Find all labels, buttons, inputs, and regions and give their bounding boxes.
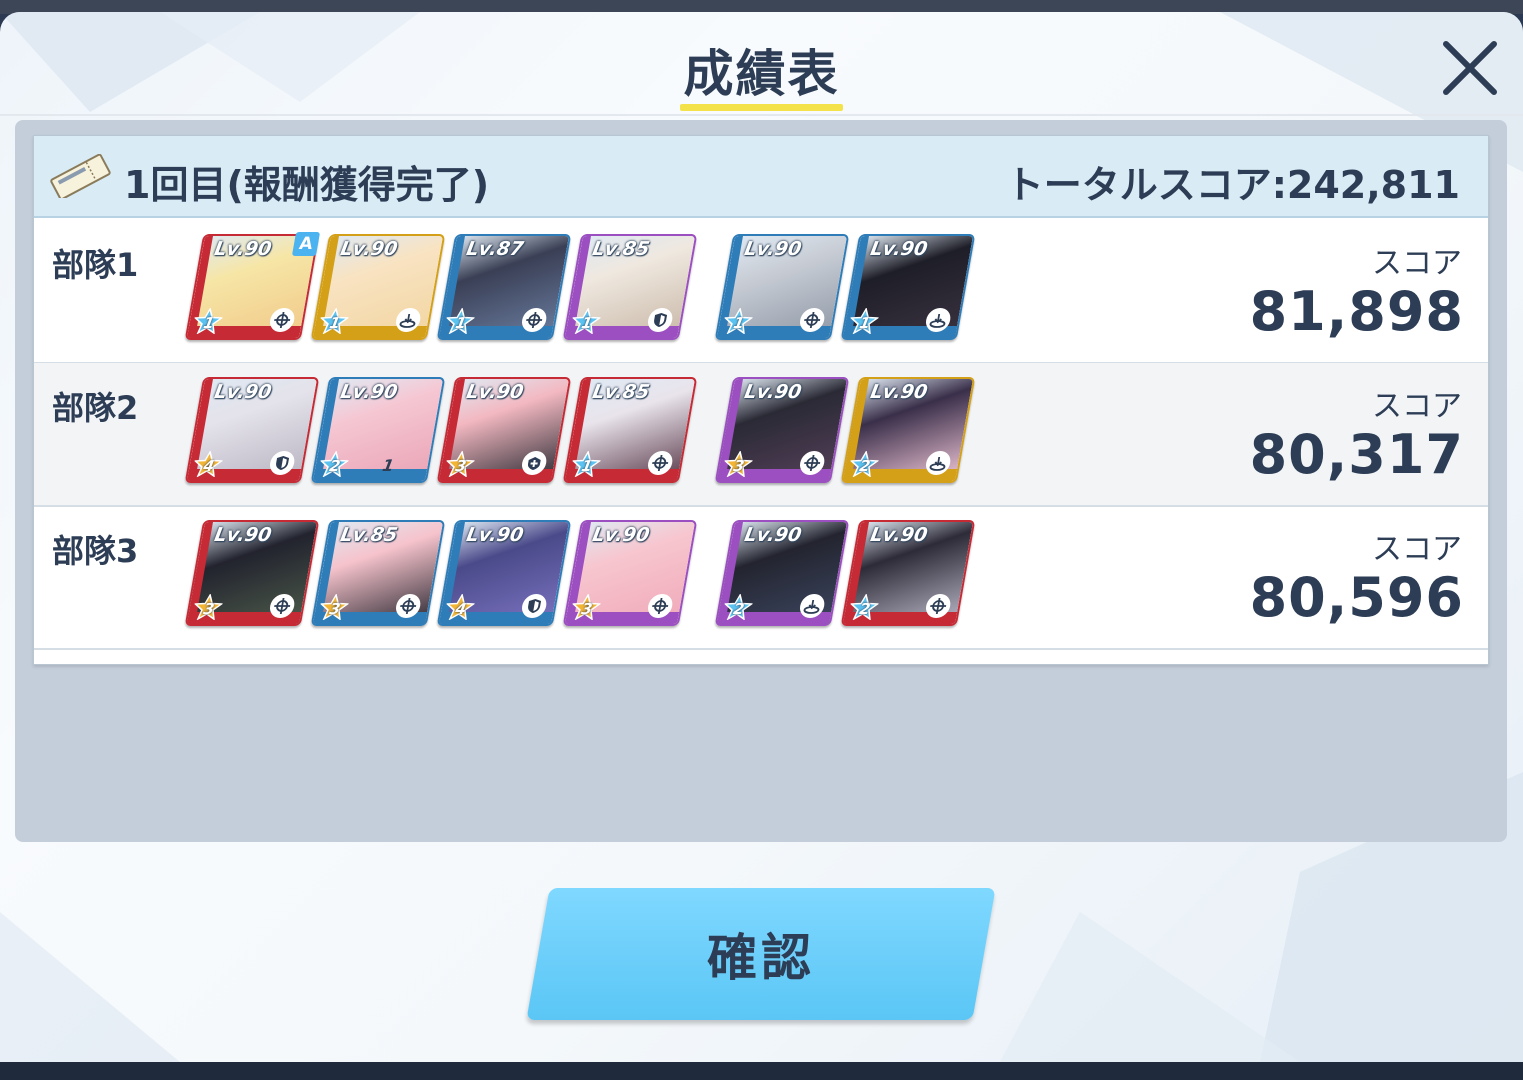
unit-card[interactable]: Lv.90 1	[840, 234, 976, 340]
unit-card[interactable]: Lv.90 2	[840, 377, 976, 483]
unit-level: Lv.85	[590, 238, 652, 260]
unit-card[interactable]: Lv.85 3	[310, 520, 446, 626]
unit-level: Lv.90	[742, 524, 804, 546]
close-button[interactable]	[1436, 34, 1504, 102]
team-row: 部隊1 Lv.90 1 A Lv.90 1 Lv.87 1 Lv.85 1 Lv.90 1 Lv.90 1…	[34, 220, 1488, 364]
unit-level: Lv.90	[464, 524, 526, 546]
score-value: 81,898	[1249, 280, 1464, 343]
unit-level: Lv.90	[868, 381, 930, 403]
unit-card[interactable]: Lv.90 4	[436, 520, 572, 626]
confirm-button[interactable]	[526, 888, 996, 1020]
unit-card[interactable]: Lv.87 1	[436, 234, 572, 340]
score-label: スコア	[1372, 532, 1462, 567]
team-row: 部隊3 Lv.90 3 Lv.85 3 Lv.90 4 Lv.90 3 Lv.90 2 Lv.90 2 ス…	[34, 506, 1488, 650]
results-box: 1回目(報酬獲得完了) トータルスコア:242,811 部隊1 Lv.90 1 A Lv…	[33, 135, 1489, 665]
team-name: 部隊3	[52, 532, 139, 570]
unit-card[interactable]: Lv.85 1	[562, 234, 698, 340]
team-name: 部隊1	[52, 246, 139, 284]
unit-level: Lv.90	[742, 381, 804, 403]
unit-card[interactable]: Lv.90 3	[184, 520, 320, 626]
total-score: トータルスコア:242,811	[1005, 163, 1460, 207]
title-underline	[680, 104, 843, 111]
unit-level: Lv.90	[590, 524, 652, 546]
unit-level: Lv.85	[338, 524, 400, 546]
dialog-title: 成績表	[683, 45, 840, 103]
unit-card[interactable]: Lv.90 2	[714, 520, 850, 626]
assist-badge: A	[291, 232, 321, 256]
unit-level: Lv.87	[464, 238, 526, 260]
unit-level: Lv.90	[742, 238, 804, 260]
unit-card[interactable]: Lv.90 1	[310, 234, 446, 340]
close-icon	[1443, 41, 1497, 95]
team-row: 部隊2 Lv.90 4 Lv.90 2 1 Lv.90 3 Lv.85 1 Lv.90 3 Lv.90 2…	[34, 363, 1488, 507]
unit-card[interactable]: Lv.90 1	[714, 234, 850, 340]
unit-card[interactable]: Lv.90 3	[562, 520, 698, 626]
unit-card[interactable]: Lv.85 1	[562, 377, 698, 483]
score-value: 80,317	[1249, 423, 1464, 486]
unit-card[interactable]: Lv.90 2 1	[310, 377, 446, 483]
unit-level: Lv.90	[464, 381, 526, 403]
unit-card[interactable]: Lv.90 3	[436, 377, 572, 483]
round-label: 1回目(報酬獲得完了)	[124, 163, 490, 207]
unit-level: Lv.90	[868, 524, 930, 546]
unit-card[interactable]: Lv.90 4	[184, 377, 320, 483]
unit-level: Lv.90	[212, 381, 274, 403]
unit-level: Lv.90	[338, 238, 400, 260]
results-header: 1回目(報酬獲得完了) トータルスコア:242,811	[34, 136, 1488, 218]
unit-level: Lv.90	[212, 524, 274, 546]
ticket-icon	[50, 154, 111, 198]
team-name: 部隊2	[52, 389, 139, 427]
dialog-header: 成績表	[0, 12, 1523, 116]
unit-level: Lv.90	[868, 238, 930, 260]
score-label: スコア	[1372, 246, 1462, 281]
unit-level: Lv.85	[590, 381, 652, 403]
unit-level: Lv.90	[212, 238, 274, 260]
score-label: スコア	[1372, 389, 1462, 424]
unit-level: Lv.90	[338, 381, 400, 403]
score-value: 80,596	[1249, 566, 1464, 629]
unit-card[interactable]: Lv.90 2	[840, 520, 976, 626]
unit-card[interactable]: Lv.90 3	[714, 377, 850, 483]
